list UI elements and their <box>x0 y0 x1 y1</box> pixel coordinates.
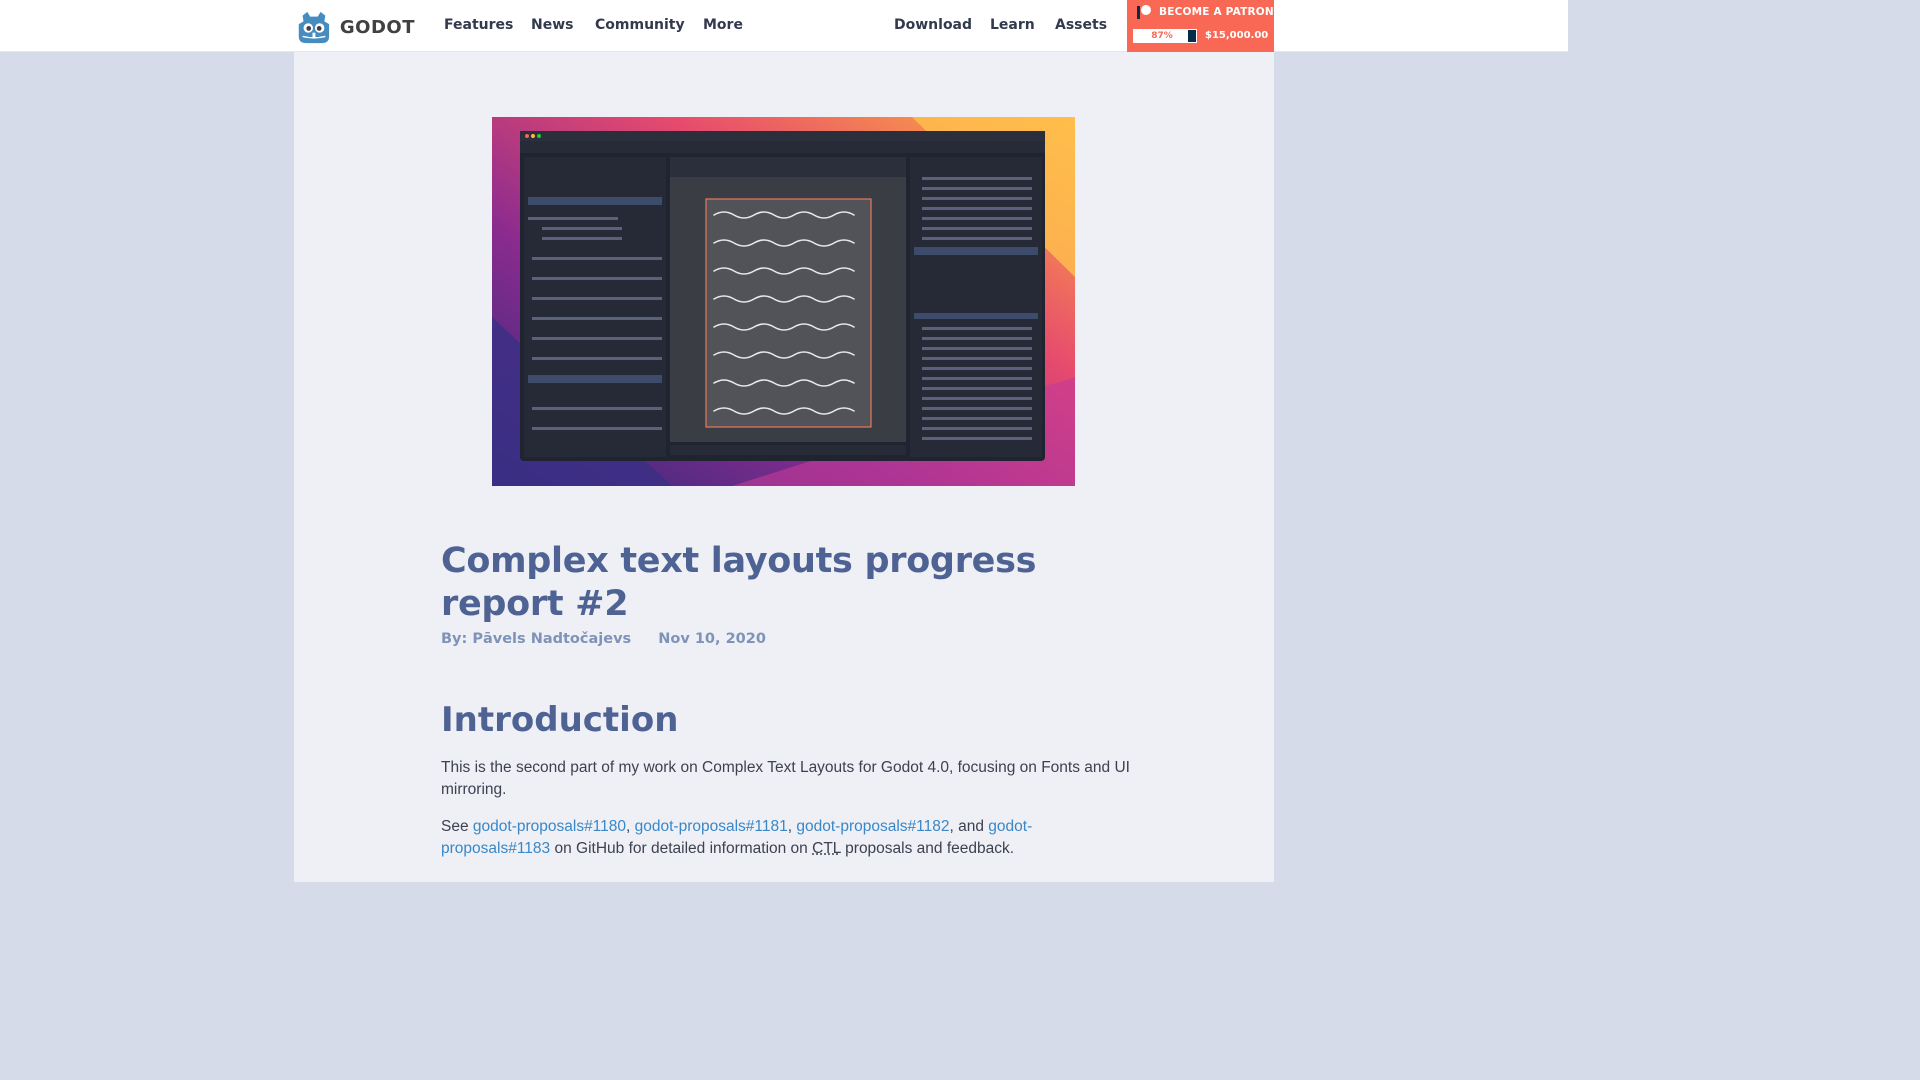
proposal-link-1182[interactable]: godot-proposals#1182 <box>796 818 949 835</box>
funding-progress-label: 87% <box>1151 31 1173 41</box>
see-suffix: on GitHub for detailed information on <box>554 840 808 857</box>
editor-screenshot-image <box>492 117 1075 486</box>
godot-robot-icon <box>298 11 330 44</box>
section-heading-introduction: Introduction <box>441 700 679 740</box>
comma-separator: , <box>626 818 631 835</box>
nav-community[interactable]: Community <box>595 17 685 33</box>
see-prefix: See <box>441 818 469 835</box>
article-column: Complex text layouts progress report #2 … <box>294 52 1274 882</box>
patreon-icon <box>1137 5 1151 19</box>
nav-features[interactable]: Features <box>444 17 513 33</box>
godot-logo[interactable]: GODOT <box>295 7 415 47</box>
proposals-paragraph: See godot-proposals#1180, godot-proposal… <box>441 816 1131 860</box>
top-navigation: GODOT Features News Community More Downl… <box>0 0 1568 52</box>
ctl-abbreviation: CTL <box>812 840 841 857</box>
become-patron-button[interactable]: BECOME A PATRON 87% $15,000.00 <box>1127 0 1274 52</box>
article-meta: By: Pāvels Nadtočajevs Nov 10, 2020 <box>441 631 766 647</box>
patron-header: BECOME A PATRON <box>1137 5 1274 19</box>
article-date: Nov 10, 2020 <box>658 631 766 647</box>
and-separator: , and <box>949 818 984 835</box>
nav-download[interactable]: Download <box>894 17 972 33</box>
intro-paragraph: This is the second part of my work on Co… <box>441 759 1130 798</box>
nav-news[interactable]: News <box>531 17 573 33</box>
nav-learn[interactable]: Learn <box>990 17 1035 33</box>
logo-text: GODOT <box>339 16 415 38</box>
nav-assets[interactable]: Assets <box>1055 17 1107 33</box>
article-author: By: Pāvels Nadtočajevs <box>441 631 632 647</box>
patron-label: BECOME A PATRON <box>1159 6 1274 18</box>
proposal-link-1181[interactable]: godot-proposals#1181 <box>635 818 788 835</box>
funding-goal: $15,000.00 <box>1205 30 1269 41</box>
proposal-link-1180[interactable]: godot-proposals#1180 <box>473 818 626 835</box>
funding-progress-bar: 87% <box>1133 29 1197 43</box>
nav-more[interactable]: More <box>703 17 743 33</box>
comma-separator: , <box>787 818 793 835</box>
see-end: proposals and feedback. <box>845 840 1015 857</box>
article-title: Complex text layouts progress report #2 <box>441 541 1037 624</box>
hero-screenshot <box>492 117 1075 486</box>
